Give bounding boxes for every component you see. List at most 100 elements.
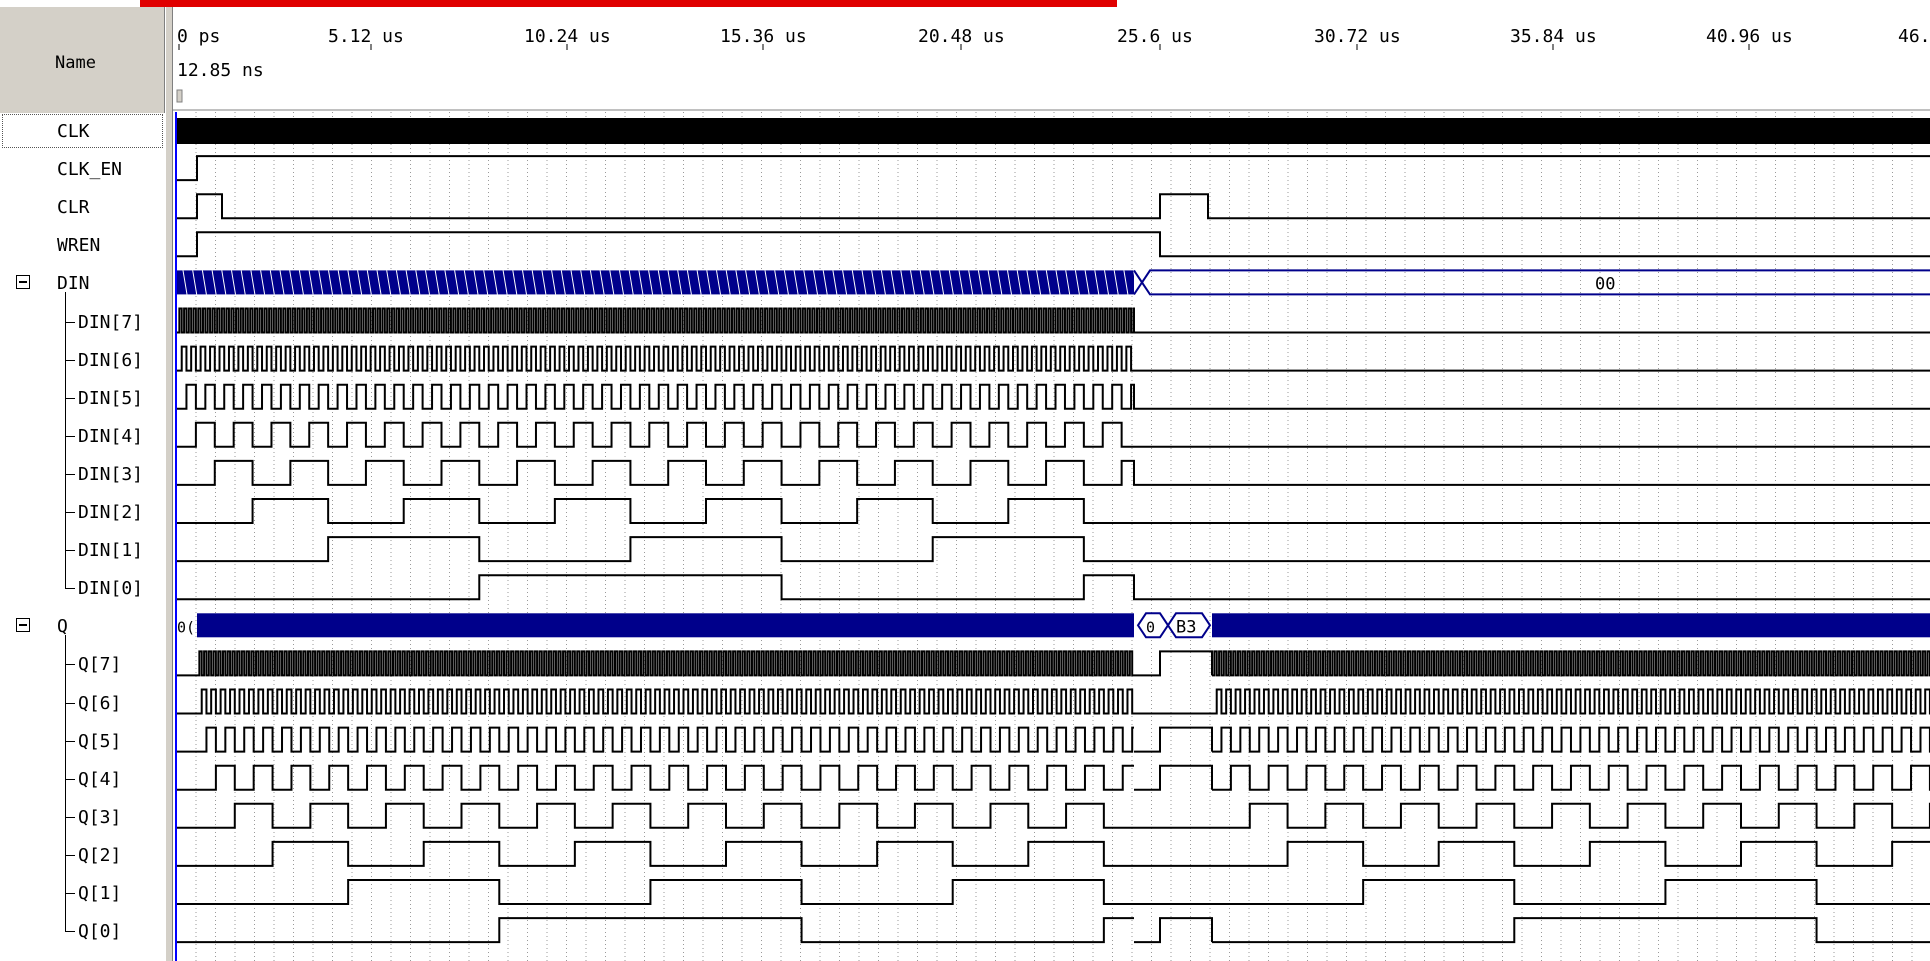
cursor-handle [176, 89, 183, 103]
signal-label: WREN [57, 235, 101, 257]
signal-row-din5[interactable]: DIN[5] [0, 379, 165, 417]
signal-label: DIN[5] [78, 387, 144, 409]
signal-label: CLR [57, 197, 90, 219]
time-tick-label: 10.24 us [524, 26, 611, 47]
tree-branch [65, 702, 75, 704]
name-column-header[interactable]: Name [0, 7, 165, 113]
din-bit-waveform [177, 307, 1930, 334]
q-bit-waveform-2 [1212, 840, 1930, 867]
signal-label: Q[3] [78, 806, 122, 828]
q-bit-hold [1134, 917, 1213, 944]
waveform-viewer: Name CLK CLK_EN CLR WREN DIN DIN[7] DIN[6] DIN[… [0, 0, 1930, 961]
collapse-icon[interactable] [16, 275, 30, 290]
name-header-label: Name [55, 53, 96, 73]
signal-label: Q[1] [78, 883, 122, 904]
time-tick-label: 5.12 us [328, 26, 404, 47]
q-bit-waveform-2 [1212, 688, 1930, 715]
din-bus-value: 00 [1595, 274, 1615, 294]
signal-label: CLK_EN [57, 159, 123, 181]
progress-marker [140, 0, 1117, 7]
signal-row-din7[interactable]: DIN[7] [0, 303, 165, 341]
signal-label: DIN[6] [78, 349, 144, 371]
q-bit-waveform [177, 879, 1134, 905]
signal-label: Q[0] [78, 921, 122, 943]
tree-branch [65, 778, 75, 780]
bus-value-box [1141, 269, 1930, 296]
signal-row-clk_en[interactable]: CLK_EN [0, 150, 165, 188]
time-tick-label: 40.96 us [1706, 26, 1793, 47]
signal-row-din1[interactable]: DIN[1] [0, 531, 165, 569]
q-bit-waveform [177, 840, 1134, 867]
collapse-icon[interactable] [16, 618, 30, 633]
time-tick-label: 46. [1898, 26, 1930, 47]
tree-branch [65, 816, 75, 818]
q-bit-waveform-2 [1212, 726, 1930, 753]
q-bit-waveform [177, 688, 1134, 715]
signal-label: Q[7] [78, 654, 122, 676]
q-bit-waveform-2 [1212, 764, 1930, 791]
signal-label: DIN[4] [78, 425, 144, 447]
din-bit-waveform [177, 498, 1930, 524]
time-tick-label: 0 ps [177, 26, 220, 47]
signal-label: Q[5] [78, 730, 122, 752]
cursor-time-label: 12.85 ns [177, 60, 264, 81]
tree-branch [65, 664, 75, 666]
signal-label: Q[4] [78, 768, 122, 790]
q-bit-hold [1134, 764, 1213, 791]
din-bit-waveform [177, 421, 1930, 448]
signal-row-q2[interactable]: Q[2] [0, 836, 165, 874]
time-tick-label: 25.6 us [1117, 26, 1193, 47]
time-tick-label: 15.36 us [720, 26, 807, 47]
tree-line [65, 635, 66, 932]
signal-label: DIN [57, 273, 90, 295]
q-bit-hold [1134, 726, 1213, 753]
tree-line [65, 292, 66, 589]
signal-row-q1[interactable]: Q[1] [0, 874, 165, 912]
signal-row-q5[interactable]: Q[5] [0, 722, 165, 760]
waveform-panel[interactable]: 0 ps 5.12 us 10.24 us 15.36 us 20.48 us 25.6 … [173, 7, 1930, 961]
signal-label: CLK [57, 121, 90, 142]
din-bit-waveform [177, 574, 1930, 601]
time-tick-label: 35.84 us [1510, 26, 1597, 47]
signal-row-din3[interactable]: DIN[3] [0, 455, 165, 493]
tree-branch [65, 397, 75, 399]
signal-row-q7[interactable]: Q[7] [0, 645, 165, 683]
signal-row-din4[interactable]: DIN[4] [0, 417, 165, 455]
signal-row-q6[interactable]: Q[6] [0, 684, 165, 722]
q-bit-waveform-2 [1212, 879, 1930, 905]
q-bus-start-value: 0( [177, 618, 195, 636]
q-bus-activity [197, 613, 1134, 638]
signal-row-wren[interactable]: WREN [0, 226, 165, 264]
tree-branch [65, 740, 75, 742]
signal-row-q0[interactable]: Q[0] [0, 912, 165, 950]
tree-branch [65, 473, 75, 475]
q-bus-mid-value: 0 [1146, 618, 1155, 636]
waveform-canvas: 0 ps 5.12 us 10.24 us 15.36 us 20.48 us 25.6 … [173, 7, 1930, 961]
signal-label: Q [57, 616, 68, 638]
signal-row-din[interactable]: DIN [0, 264, 165, 302]
signal-row-din6[interactable]: DIN[6] [0, 341, 165, 379]
q-bit-waveform [177, 726, 1134, 753]
signal-name-panel: Name CLK CLK_EN CLR WREN DIN DIN[7] DIN[6] DIN[… [0, 7, 165, 961]
signal-row-q[interactable]: Q [0, 607, 165, 645]
q-bus-value-b3: B3 [1176, 617, 1196, 637]
tree-branch [65, 321, 75, 323]
signal-row-din0[interactable]: DIN[0] [0, 569, 165, 607]
signal-row-clr[interactable]: CLR [0, 188, 165, 226]
signal-label: DIN[2] [78, 502, 144, 523]
tree-branch [65, 588, 75, 590]
tree-branch [65, 854, 75, 856]
signal-row-q3[interactable]: Q[3] [0, 798, 165, 836]
signal-label: DIN[7] [78, 311, 144, 333]
signal-row-clk[interactable]: CLK [0, 112, 165, 150]
q-bit-waveform-2 [1212, 802, 1930, 829]
q-bit-waveform [177, 802, 1134, 829]
signal-row-q4[interactable]: Q[4] [0, 760, 165, 798]
tree-branch [65, 435, 75, 437]
tree-branch [65, 359, 75, 361]
q-bit-waveform [177, 917, 1134, 944]
signal-row-din2[interactable]: DIN[2] [0, 493, 165, 531]
signal-label: DIN[0] [78, 578, 144, 600]
tree-branch [65, 512, 75, 513]
panel-splitter[interactable] [165, 7, 173, 961]
